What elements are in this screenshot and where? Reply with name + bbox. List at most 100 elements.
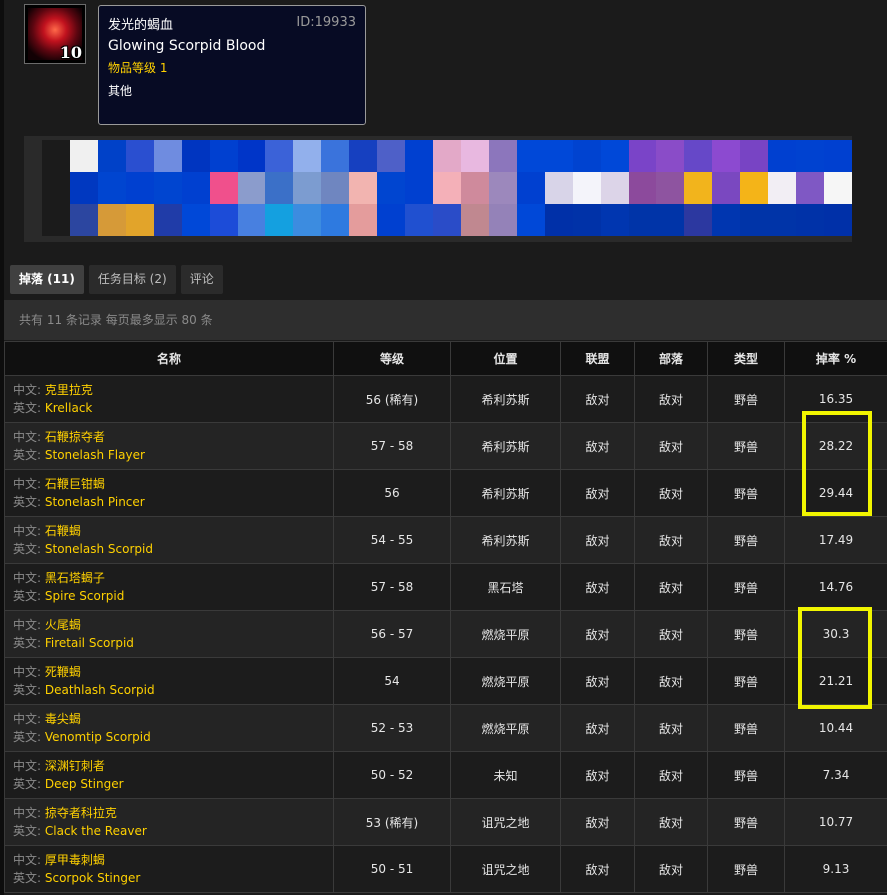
col-header-name[interactable]: 名称 bbox=[4, 341, 334, 376]
mosaic-cell bbox=[684, 140, 713, 172]
tab-drops[interactable]: 掉落 (11) bbox=[10, 265, 84, 294]
npc-name-en-link[interactable]: Stonelash Flayer bbox=[45, 448, 145, 462]
location-cell: 希利苏斯 bbox=[450, 469, 561, 517]
alliance-reaction-cell: 敌对 bbox=[560, 657, 635, 705]
horde-reaction-cell: 敌对 bbox=[634, 422, 708, 470]
level-cell: 56 bbox=[333, 469, 451, 517]
mosaic-cell bbox=[768, 140, 797, 172]
col-header-horde[interactable]: 部落 bbox=[634, 341, 708, 376]
tab-comments[interactable]: 评论 bbox=[180, 265, 223, 294]
mosaic-cell bbox=[265, 172, 294, 204]
table-row[interactable]: 中文: 厚甲毒刺蝎 英文: Scorpok Stinger 50 - 51 诅咒之地敌… bbox=[4, 845, 887, 893]
npc-name-en-link[interactable]: Deathlash Scorpid bbox=[45, 683, 155, 697]
lang-label-en: 英文: bbox=[13, 871, 42, 885]
location-cell: 燃烧平原 bbox=[450, 657, 561, 705]
npc-name-cell: 中文: 深渊钉刺者 英文: Deep Stinger bbox=[4, 751, 334, 799]
col-header-location[interactable]: 位置 bbox=[450, 341, 561, 376]
horde-reaction-cell: 敌对 bbox=[634, 751, 708, 799]
mosaic-cell bbox=[181, 140, 210, 172]
npc-name-en-link[interactable]: Stonelash Scorpid bbox=[45, 542, 153, 556]
type-cell: 野兽 bbox=[707, 563, 785, 611]
location-cell: 希利苏斯 bbox=[450, 516, 561, 564]
table-row[interactable]: 中文: 石鞭蝎 英文: Stonelash Scorpid 54 - 55 希利苏斯敌… bbox=[4, 516, 887, 564]
npc-name-cn-link[interactable]: 厚甲毒刺蝎 bbox=[45, 853, 105, 867]
npc-name-en-link[interactable]: Deep Stinger bbox=[45, 777, 124, 791]
mosaic-cell bbox=[656, 172, 685, 204]
mosaic-cell bbox=[321, 140, 350, 172]
level-cell: 50 - 52 bbox=[333, 751, 451, 799]
table-row[interactable]: 中文: 深渊钉刺者 英文: Deep Stinger 50 - 52 未知 敌对 敌对 野兽… bbox=[4, 751, 887, 799]
npc-name-cn-link[interactable]: 石鞭掠夺者 bbox=[45, 430, 105, 444]
horde-reaction-cell: 敌对 bbox=[634, 469, 708, 517]
npc-name-en-link[interactable]: Krellack bbox=[45, 401, 93, 415]
mosaic-cell bbox=[377, 204, 406, 236]
alliance-reaction-cell: 敌对 bbox=[560, 469, 635, 517]
table-row[interactable]: 中文: 黑石塔蝎子 英文: Spire Scorpid 57 - 58 黑石塔 敌对 敌对… bbox=[4, 563, 887, 611]
horde-reaction-cell: 敌对 bbox=[634, 798, 708, 846]
table-row[interactable]: 中文: 掠夺者科拉克 英文: Clack the Reaver 53 (稀有) 诅咒之… bbox=[4, 798, 887, 846]
table-row[interactable]: 中文: 毒尖蝎 英文: Venomtip Scorpid 52 - 53 燃烧平原 敌对… bbox=[4, 704, 887, 752]
col-header-drop-rate[interactable]: 掉率 % bbox=[784, 341, 887, 376]
pixelated-banner bbox=[24, 136, 852, 242]
lang-label-en: 英文: bbox=[13, 777, 42, 791]
table-row[interactable]: 中文: 火尾蝎 英文: Firetail Scorpid 56 - 57 燃烧平原 敌对… bbox=[4, 610, 887, 658]
type-cell: 野兽 bbox=[707, 845, 785, 893]
horde-reaction-cell: 敌对 bbox=[634, 563, 708, 611]
alliance-reaction-cell: 敌对 bbox=[560, 516, 635, 564]
mosaic-cell bbox=[265, 140, 294, 172]
type-cell: 野兽 bbox=[707, 610, 785, 658]
mosaic-cell bbox=[97, 140, 126, 172]
npc-name-cell: 中文: 毒尖蝎 英文: Venomtip Scorpid bbox=[4, 704, 334, 752]
table-row[interactable]: 中文: 克里拉克 英文: Krellack 56 (稀有) 希利苏斯 敌对 敌对 野兽 16.… bbox=[4, 375, 887, 423]
npc-name-en-link[interactable]: Spire Scorpid bbox=[45, 589, 125, 603]
table-row[interactable]: 中文: 石鞭掠夺者 英文: Stonelash Flayer 57 - 58 希利苏斯… bbox=[4, 422, 887, 470]
mosaic-cell bbox=[125, 172, 154, 204]
col-header-alliance[interactable]: 联盟 bbox=[560, 341, 635, 376]
tab-bar: 掉落 (11) 任务目标 (2) 评论 bbox=[10, 265, 223, 294]
mosaic-cell bbox=[405, 140, 434, 172]
npc-name-cn-link[interactable]: 深渊钉刺者 bbox=[45, 759, 105, 773]
lang-label-en: 英文: bbox=[13, 401, 42, 415]
npc-name-cell: 中文: 黑石塔蝎子 英文: Spire Scorpid bbox=[4, 563, 334, 611]
type-cell: 野兽 bbox=[707, 375, 785, 423]
col-header-level[interactable]: 等级 bbox=[333, 341, 451, 376]
highlight-box-1 bbox=[802, 411, 872, 516]
npc-name-cn-link[interactable]: 死鞭蝎 bbox=[45, 665, 81, 679]
npc-name-cn-link[interactable]: 石鞭巨钳蝎 bbox=[45, 477, 105, 491]
type-cell: 野兽 bbox=[707, 798, 785, 846]
npc-name-cn-link[interactable]: 火尾蝎 bbox=[45, 618, 81, 632]
npc-name-cn-link[interactable]: 毒尖蝎 bbox=[45, 712, 81, 726]
mosaic-cell bbox=[768, 172, 797, 204]
item-category: 其他 bbox=[108, 84, 133, 98]
col-header-type[interactable]: 类型 bbox=[707, 341, 785, 376]
mosaic-cell bbox=[488, 172, 517, 204]
mosaic-cell bbox=[97, 172, 126, 204]
mosaic-cell bbox=[544, 140, 573, 172]
npc-name-en-link[interactable]: Firetail Scorpid bbox=[45, 636, 134, 650]
npc-name-cn-link[interactable]: 石鞭蝎 bbox=[45, 524, 81, 538]
lang-label-cn: 中文: bbox=[13, 806, 42, 820]
drop-table: 名称 等级 位置 联盟 部落 类型 掉率 % 中文: 克里拉克 英文: Krell… bbox=[4, 341, 887, 893]
table-row[interactable]: 中文: 石鞭巨钳蝎 英文: Stonelash Pincer 56 希利苏斯 敌对 敌对野… bbox=[4, 469, 887, 517]
npc-name-cn-link[interactable]: 掠夺者科拉克 bbox=[45, 806, 117, 820]
table-row[interactable]: 中文: 死鞭蝎 英文: Deathlash Scorpid 54 燃烧平原 敌对 敌对 野兽… bbox=[4, 657, 887, 705]
mosaic-cell bbox=[293, 204, 322, 236]
npc-name-en-link[interactable]: Stonelash Pincer bbox=[45, 495, 145, 509]
npc-name-en-link[interactable]: Clack the Reaver bbox=[45, 824, 147, 838]
location-cell: 燃烧平原 bbox=[450, 704, 561, 752]
npc-name-cn-link[interactable]: 克里拉克 bbox=[45, 383, 93, 397]
mosaic-cell bbox=[349, 172, 378, 204]
mosaic-cell bbox=[377, 140, 406, 172]
mosaic-cell bbox=[181, 204, 210, 236]
tab-quest-objectives[interactable]: 任务目标 (2) bbox=[88, 265, 176, 294]
mosaic-cell bbox=[42, 204, 70, 236]
scorpid-blood-icon[interactable]: 10 bbox=[24, 4, 86, 64]
npc-name-en-link[interactable]: Venomtip Scorpid bbox=[45, 730, 151, 744]
npc-name-cn-link[interactable]: 黑石塔蝎子 bbox=[45, 571, 105, 585]
stack-count: 10 bbox=[59, 43, 82, 62]
mosaic-cell bbox=[209, 140, 238, 172]
type-cell: 野兽 bbox=[707, 751, 785, 799]
npc-name-en-link[interactable]: Scorpok Stinger bbox=[45, 871, 140, 885]
horde-reaction-cell: 敌对 bbox=[634, 657, 708, 705]
mosaic-cell bbox=[796, 140, 825, 172]
